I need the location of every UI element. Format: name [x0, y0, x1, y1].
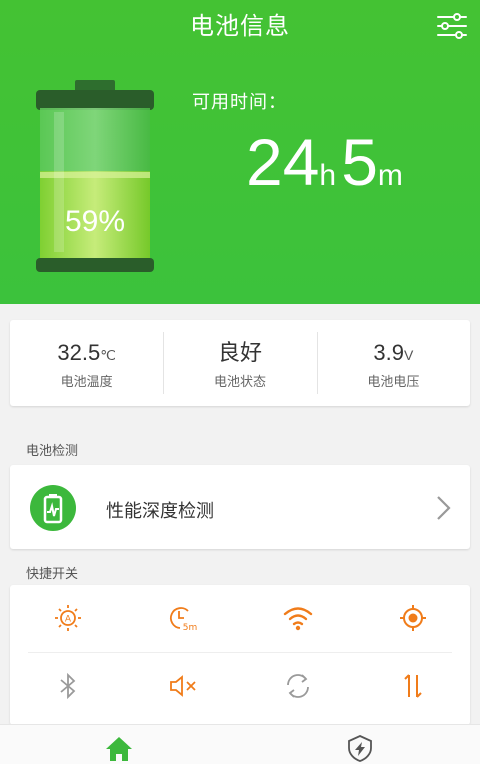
nav-protection[interactable]	[340, 733, 380, 763]
sound-toggle[interactable]	[125, 653, 240, 719]
battery-percent: 59%	[64, 205, 126, 238]
mute-icon	[169, 675, 196, 697]
nav-home[interactable]	[99, 733, 139, 763]
deep-detection-label: 性能深度检测	[106, 501, 214, 522]
data-arrows-icon	[403, 674, 422, 698]
timer-5m-icon: 5m	[169, 607, 197, 633]
shield-bolt-icon	[348, 735, 372, 762]
gps-icon	[399, 605, 426, 631]
auto-brightness-icon: A	[54, 605, 81, 631]
battery-stats-card: 32.5℃ 电池温度 良好 电池状态 3.9V 电池电压	[10, 320, 470, 406]
available-time-label: 可用时间：	[192, 92, 287, 113]
svg-text:5m: 5m	[182, 623, 197, 633]
time-hours: 24	[246, 125, 320, 199]
time-hours-unit: h	[319, 159, 337, 192]
available-time: 24h 5m	[246, 122, 403, 202]
svg-text:A: A	[64, 615, 71, 625]
bottom-nav	[0, 724, 480, 764]
stat-temperature: 32.5℃ 电池温度	[10, 320, 163, 406]
section-title-detection: 电池检测	[26, 444, 79, 459]
stat-status: 良好 电池状态	[163, 320, 316, 406]
stat-value: 良好	[217, 340, 262, 365]
stat-value: 32.5℃	[57, 340, 116, 365]
time-minutes-unit: m	[377, 159, 403, 192]
home-icon	[106, 737, 132, 761]
stat-label: 电池电压	[367, 375, 420, 390]
auto-rotate-toggle[interactable]	[240, 653, 355, 719]
settings-button[interactable]	[432, 10, 472, 42]
auto-brightness-toggle[interactable]: A	[10, 585, 125, 651]
time-minutes: 5	[341, 125, 378, 199]
stat-value: 3.9V	[373, 340, 414, 365]
bluetooth-icon	[59, 672, 75, 700]
battery-header: 电池信息 59% 可用时间： 24h 5m	[0, 0, 480, 304]
battery-icon	[36, 80, 154, 272]
quick-switches-card: A 5m	[10, 585, 470, 725]
page-title: 电池信息	[190, 12, 290, 40]
wifi-toggle[interactable]	[240, 585, 355, 651]
stat-label: 电池温度	[60, 375, 113, 390]
deep-detection-button[interactable]: 性能深度检测	[10, 465, 470, 549]
bluetooth-toggle[interactable]	[10, 653, 125, 719]
section-title-switches: 快捷开关	[26, 567, 79, 582]
settings-sliders-icon	[437, 13, 467, 39]
chevron-right-icon	[437, 496, 451, 520]
battery-check-icon	[30, 485, 76, 531]
wifi-icon	[283, 607, 312, 631]
gps-toggle[interactable]	[355, 585, 470, 651]
stat-voltage: 3.9V 电池电压	[316, 320, 470, 406]
screen-timeout-toggle[interactable]: 5m	[125, 585, 240, 651]
rotate-icon	[286, 674, 309, 698]
mobile-data-toggle[interactable]	[355, 653, 470, 719]
stat-label: 电池状态	[213, 375, 266, 390]
